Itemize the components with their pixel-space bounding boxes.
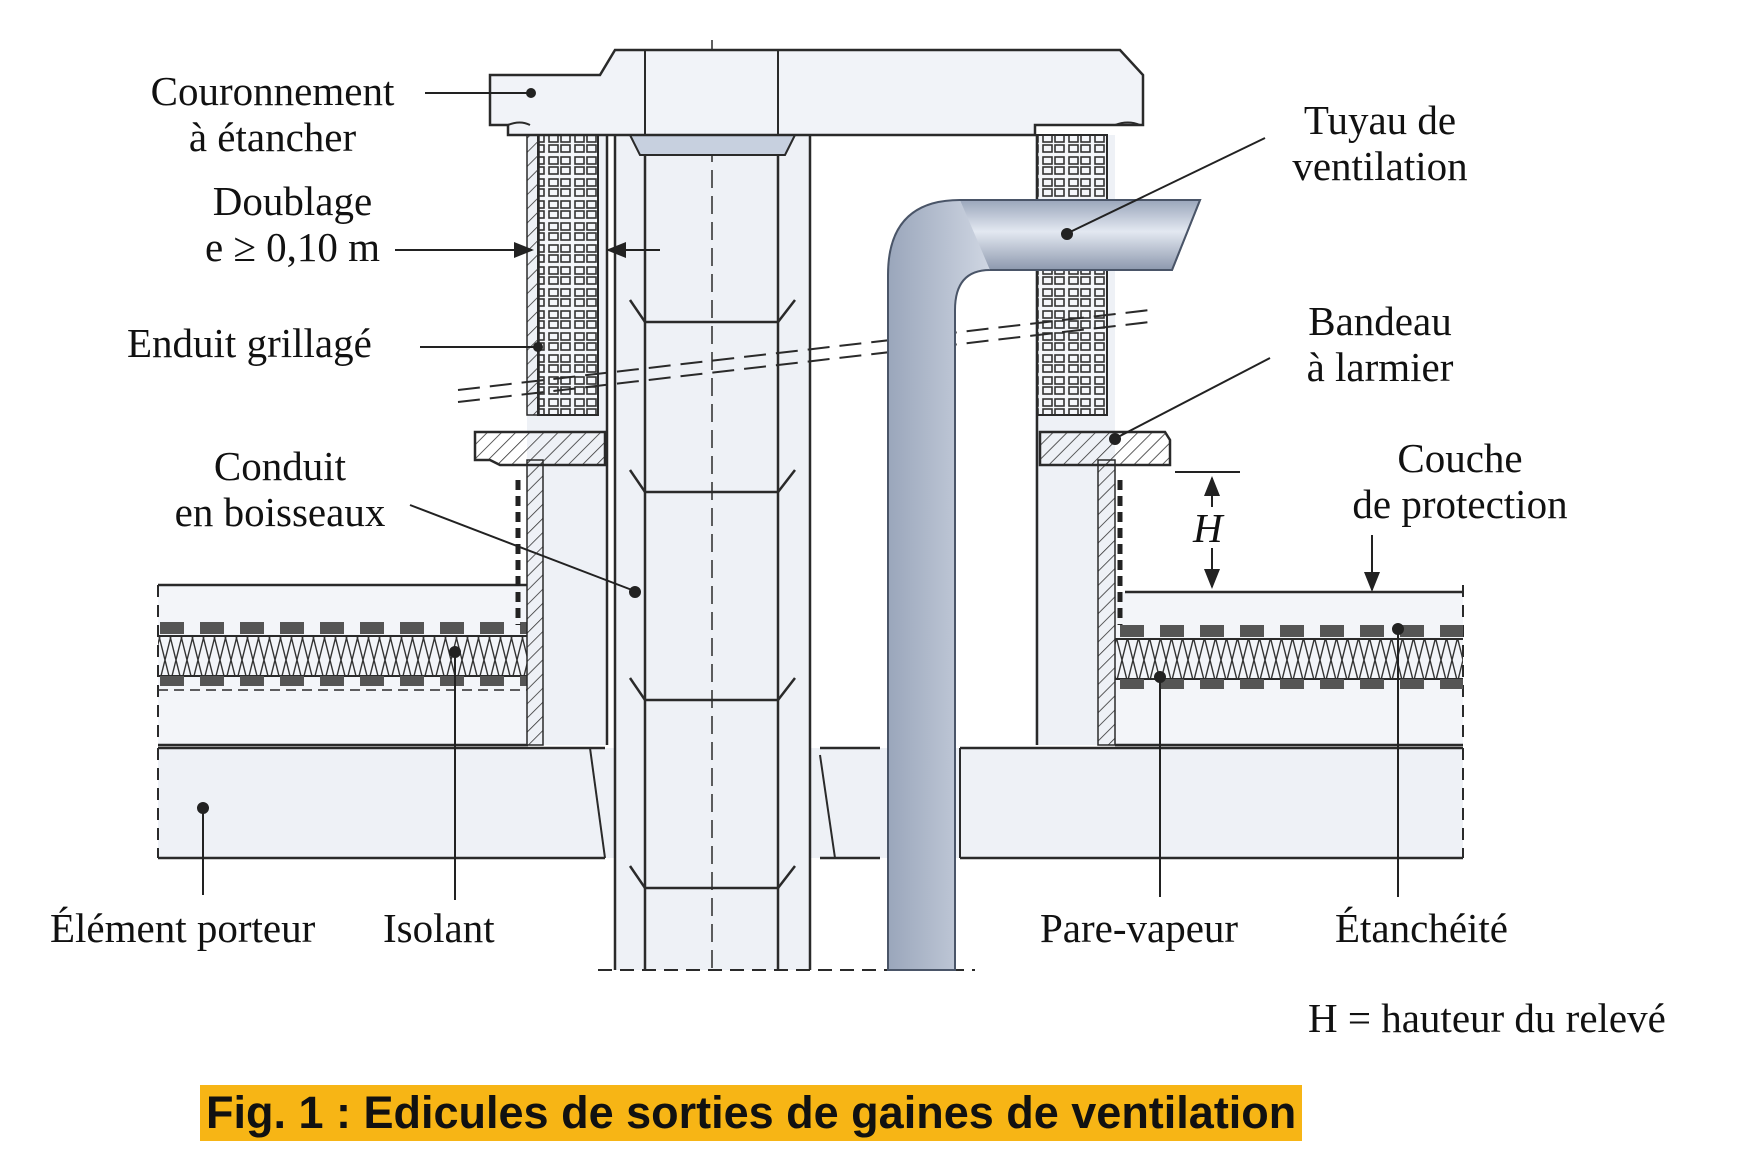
label-pare-vapeur: Pare-vapeur [1040, 905, 1239, 951]
label-conduit: Conduit en boisseaux [160, 443, 400, 535]
label-h-definition: H = hauteur du relevé [1308, 995, 1666, 1041]
label-doublage-line1: Doublage [212, 178, 373, 224]
figure-caption: Fig. 1 : Edicules de sorties de gaines d… [200, 1085, 1303, 1141]
label-bandeau-line2: à larmier [1306, 344, 1454, 390]
roof-layers-left [157, 583, 528, 747]
label-couche-line1: Couche [1397, 435, 1523, 481]
diagram: Couronnement à étancher Doublage e ≥ 0,1… [0, 0, 1740, 1158]
label-isolant: Isolant [383, 905, 495, 951]
label-tuyau: Tuyau de ventilation [1280, 97, 1480, 189]
label-bandeau: Bandeau à larmier [1285, 298, 1475, 390]
label-tuyau-line2: ventilation [1292, 143, 1468, 189]
label-conduit-line1: Conduit [213, 443, 347, 489]
label-couronnement: Couronnement à étancher [130, 68, 415, 160]
label-couche-line2: de protection [1352, 481, 1568, 527]
label-bandeau-line1: Bandeau [1308, 298, 1452, 344]
label-couche: Couche de protection [1325, 435, 1595, 527]
label-tuyau-line1: Tuyau de [1303, 97, 1457, 143]
label-element-porteur: Élément porteur [50, 905, 316, 951]
label-h-marker: H [1193, 505, 1223, 551]
label-couronnement-line1: Couronnement [150, 68, 395, 114]
label-doublage-line2: e ≥ 0,10 m [204, 224, 381, 270]
label-doublage: Doublage e ≥ 0,10 m [175, 178, 410, 270]
label-conduit-line2: en boisseaux [174, 489, 386, 535]
crowning-slab [488, 48, 1145, 137]
label-couronnement-line2: à étancher [188, 114, 357, 160]
roof-layers-right [1115, 585, 1464, 747]
label-etancheite: Étanchéité [1335, 905, 1509, 951]
label-enduit: Enduit grillagé [127, 320, 372, 366]
